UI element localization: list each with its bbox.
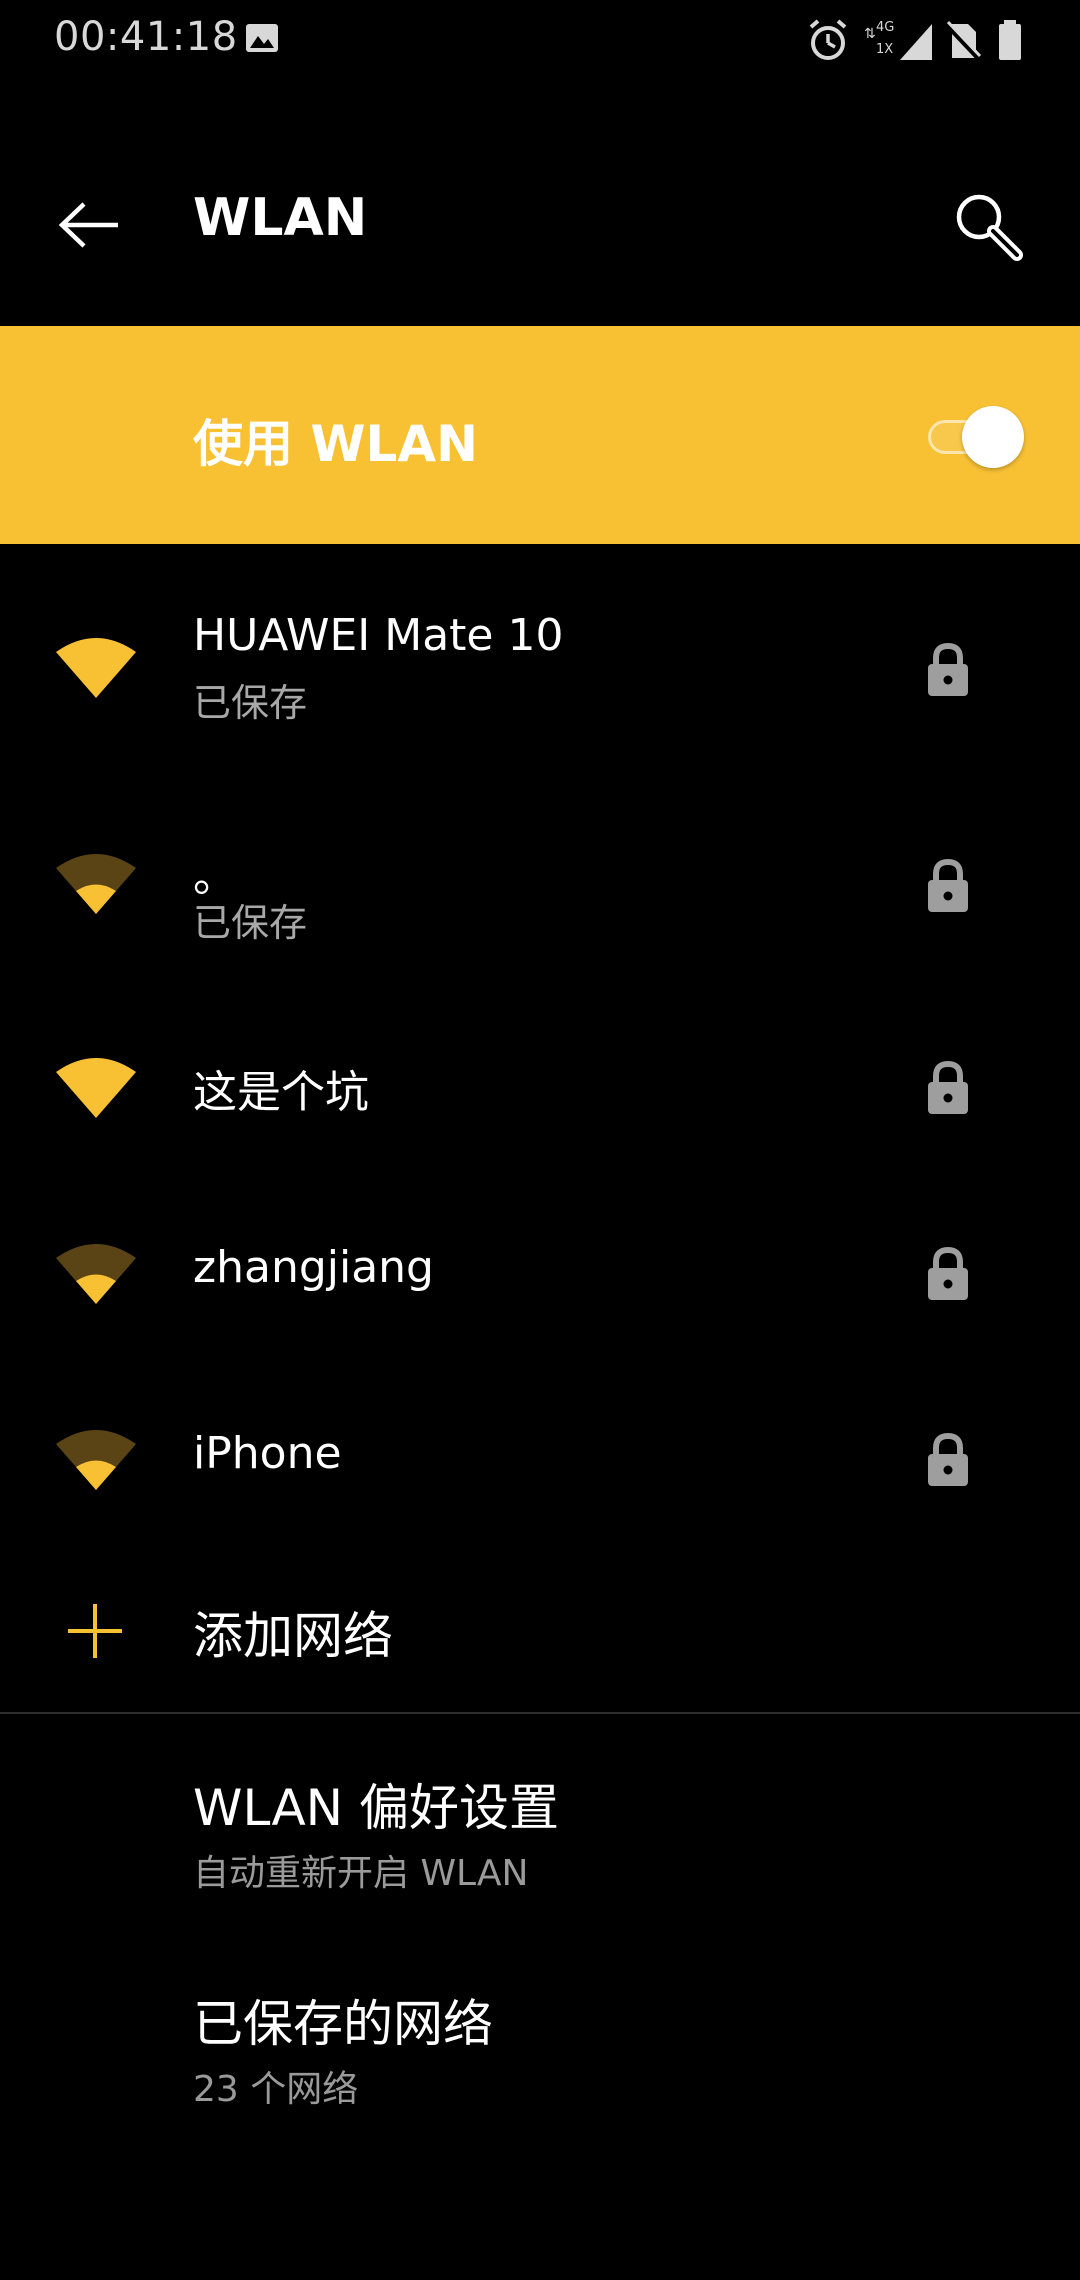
- back-button[interactable]: [40, 190, 140, 260]
- wifi-signal-weak-icon: [56, 854, 136, 914]
- lock-icon: [928, 858, 968, 912]
- network-type-bottom: 1X: [876, 42, 894, 57]
- lock-icon: [928, 642, 968, 696]
- signal-icon: [900, 24, 932, 60]
- network-item[interactable]: 。 已保存: [0, 800, 1080, 980]
- toggle-thumb: [962, 406, 1024, 468]
- status-time: 00:41:18: [54, 14, 238, 60]
- network-name: HUAWEI Mate 10: [193, 610, 564, 661]
- saved-networks-title: 已保存的网络: [193, 1995, 493, 2053]
- network-name: iPhone: [193, 1428, 342, 1479]
- battery-icon: [999, 20, 1021, 60]
- add-network-item[interactable]: 添加网络: [0, 1560, 1080, 1700]
- wlan-toggle[interactable]: [922, 406, 1024, 468]
- network-name: zhangjiang: [193, 1242, 434, 1293]
- gallery-icon: [246, 24, 278, 52]
- network-name: 这是个坑: [193, 1067, 369, 1118]
- wlan-master-switch-row[interactable]: 使用 WLAN: [0, 326, 1080, 544]
- wifi-signal-full-icon: [56, 1058, 136, 1118]
- wifi-signal-full-icon: [56, 638, 136, 698]
- data-arrows-icon: ⇅: [864, 26, 876, 42]
- wlan-switch-label: 使用 WLAN: [193, 415, 478, 473]
- wifi-signal-weak-icon: [56, 1430, 136, 1490]
- network-item[interactable]: 这是个坑: [0, 1020, 1080, 1150]
- wifi-signal-weak-icon: [56, 1244, 136, 1304]
- saved-networks-subtitle: 23 个网络: [193, 2069, 359, 2110]
- back-arrow-icon: [58, 202, 118, 248]
- network-item[interactable]: iPhone: [0, 1392, 1080, 1522]
- lock-icon: [928, 1246, 968, 1300]
- no-sim-icon: [944, 20, 982, 62]
- wlan-preferences-item[interactable]: WLAN 偏好设置 自动重新开启 WLAN: [0, 1740, 1080, 1920]
- page-title: WLAN: [193, 188, 368, 248]
- status-bar: 00:41:18 4G 1X ⇅: [0, 0, 1080, 82]
- saved-networks-item[interactable]: 已保存的网络 23 个网络: [0, 1956, 1080, 2136]
- plus-icon: [68, 1604, 122, 1658]
- network-item[interactable]: zhangjiang: [0, 1206, 1080, 1336]
- network-item[interactable]: HUAWEI Mate 10 已保存: [0, 580, 1080, 760]
- divider: [0, 1712, 1080, 1714]
- app-bar: WLAN: [0, 150, 1080, 300]
- wlan-preferences-title: WLAN 偏好设置: [193, 1779, 559, 1837]
- wlan-preferences-subtitle: 自动重新开启 WLAN: [193, 1853, 529, 1894]
- lock-icon: [928, 1432, 968, 1486]
- search-icon: [956, 194, 1023, 261]
- lock-icon: [928, 1060, 968, 1114]
- network-status: 已保存: [193, 901, 308, 945]
- alarm-icon: [809, 19, 847, 60]
- add-network-label: 添加网络: [193, 1607, 393, 1665]
- search-button[interactable]: [942, 180, 1032, 270]
- network-status: 已保存: [193, 681, 308, 725]
- network-type-top: 4G: [876, 20, 895, 35]
